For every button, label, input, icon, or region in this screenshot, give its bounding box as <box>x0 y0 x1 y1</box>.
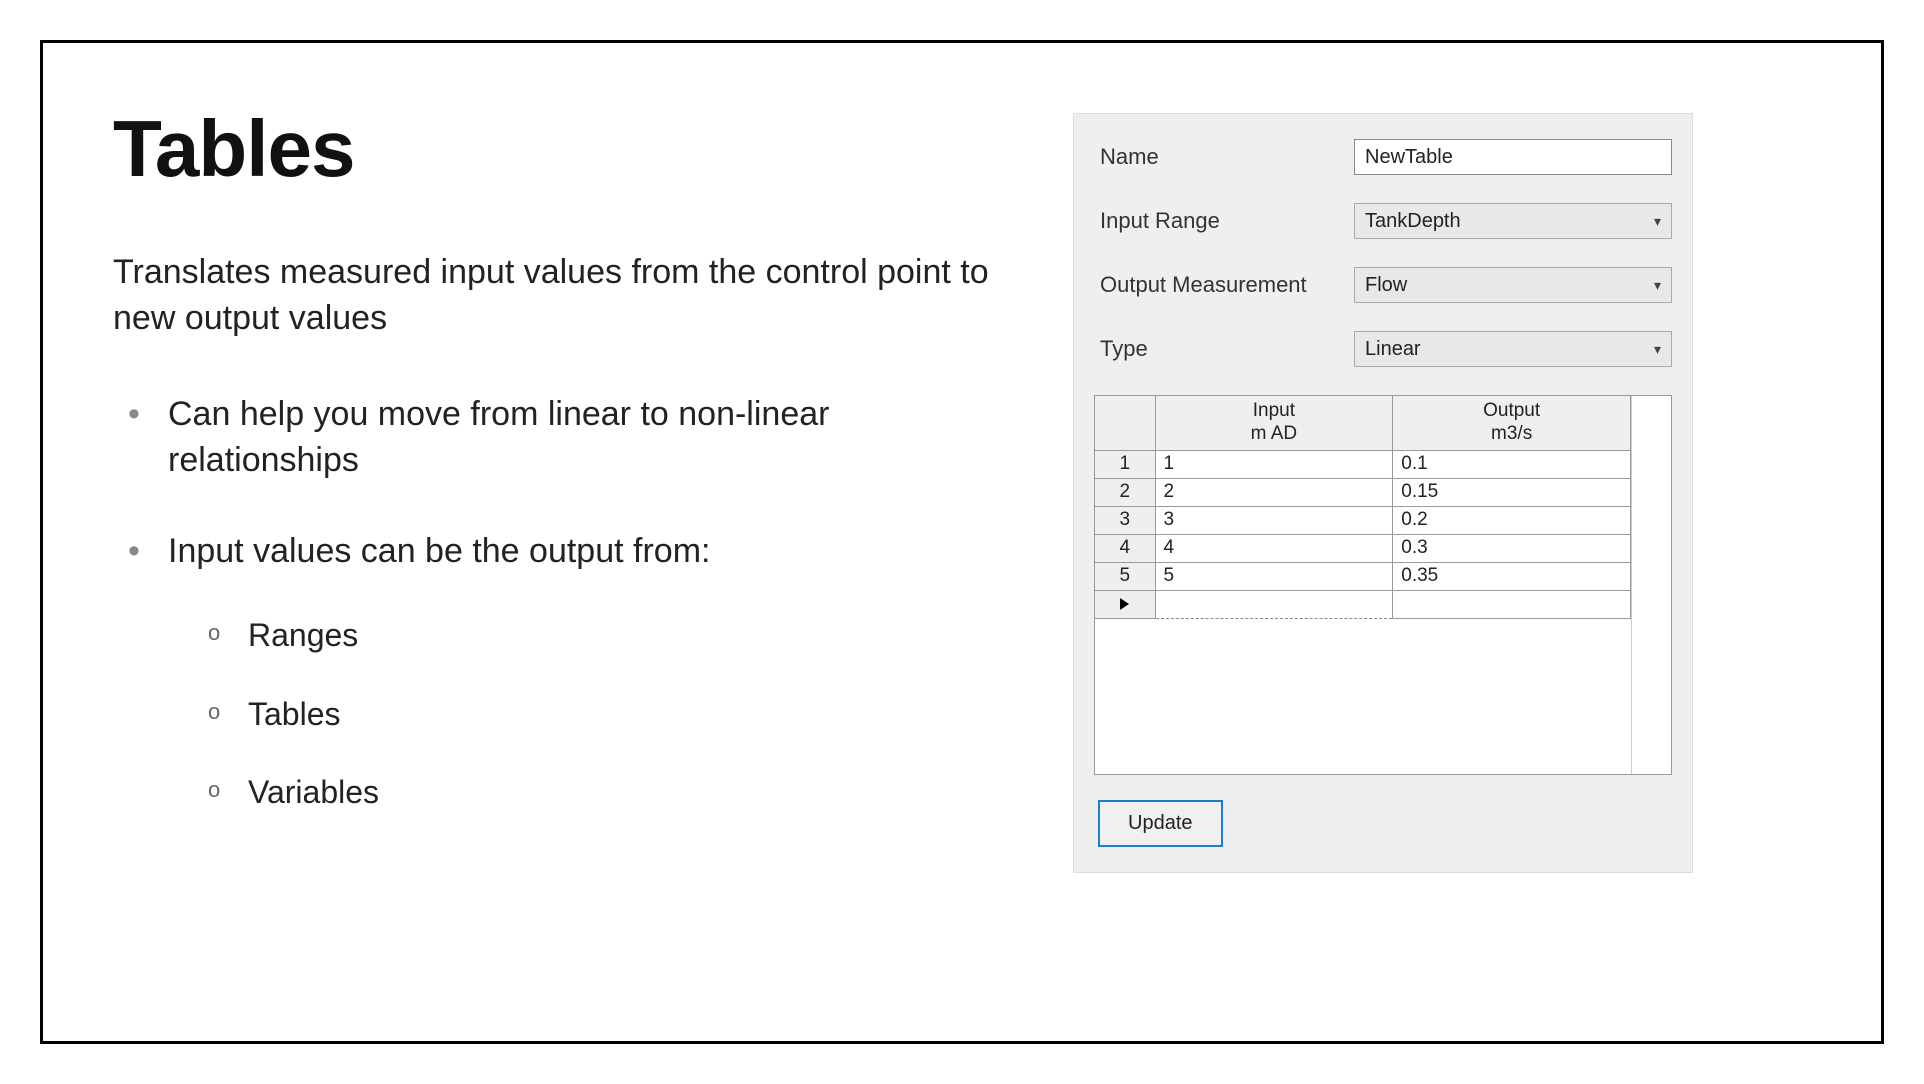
slide-frame: Tables Translates measured input values … <box>40 40 1884 1044</box>
input-header-line2: m AD <box>1251 423 1297 444</box>
type-value: Linear <box>1365 338 1421 361</box>
input-cell[interactable]: 3 <box>1155 506 1393 534</box>
output-header: Output m3/s <box>1393 396 1631 450</box>
output-measurement-value: Flow <box>1365 274 1407 297</box>
input-header: Input m AD <box>1155 396 1393 450</box>
chevron-down-icon: ▾ <box>1654 213 1661 230</box>
output-cell[interactable]: 0.3 <box>1393 534 1631 562</box>
output-cell[interactable]: 0.35 <box>1393 562 1631 590</box>
output-measurement-label: Output Measurement <box>1094 272 1354 298</box>
table-row[interactable]: 3 3 0.2 <box>1095 506 1631 534</box>
slide-subtitle: Translates measured input values from th… <box>113 250 1013 342</box>
new-input-cell[interactable] <box>1155 590 1393 618</box>
row-number: 2 <box>1095 478 1155 506</box>
table-new-row[interactable] <box>1095 590 1631 618</box>
type-select[interactable]: Linear ▾ <box>1354 331 1672 367</box>
left-column: Tables Translates measured input values … <box>113 103 1013 981</box>
table-dialog: Name Input Range TankDepth ▾ Output Meas… <box>1073 113 1693 873</box>
row-number: 4 <box>1095 534 1155 562</box>
chevron-down-icon: ▾ <box>1654 277 1661 294</box>
type-label: Type <box>1094 336 1354 362</box>
update-button[interactable]: Update <box>1098 800 1223 847</box>
table-row[interactable]: 5 5 0.35 <box>1095 562 1631 590</box>
table-row[interactable]: 2 2 0.15 <box>1095 478 1631 506</box>
chevron-down-icon: ▾ <box>1654 341 1661 358</box>
input-range-row: Input Range TankDepth ▾ <box>1094 203 1672 239</box>
row-number: 5 <box>1095 562 1155 590</box>
output-header-line2: m3/s <box>1491 423 1532 444</box>
slide-title: Tables <box>113 103 1013 195</box>
input-cell[interactable]: 2 <box>1155 478 1393 506</box>
rownum-header <box>1095 396 1155 450</box>
row-number: 1 <box>1095 450 1155 478</box>
right-column: Name Input Range TankDepth ▾ Output Meas… <box>1073 103 1693 981</box>
name-label: Name <box>1094 144 1354 170</box>
output-cell[interactable]: 0.1 <box>1393 450 1631 478</box>
sub-bullet-item: Tables <box>208 693 1013 736</box>
bullet-text: Input values can be the output from: <box>168 532 710 570</box>
input-range-select[interactable]: TankDepth ▾ <box>1354 203 1672 239</box>
output-measurement-select[interactable]: Flow ▾ <box>1354 267 1672 303</box>
bullet-item: Can help you move from linear to non-lin… <box>128 392 1013 484</box>
table-row[interactable]: 1 1 0.1 <box>1095 450 1631 478</box>
bullet-item: Input values can be the output from: Ran… <box>128 529 1013 814</box>
input-cell[interactable]: 5 <box>1155 562 1393 590</box>
sub-bullet-item: Variables <box>208 771 1013 814</box>
sub-bullet-list: Ranges Tables Variables <box>168 614 1013 814</box>
data-table: Input m AD Output m3/s 1 1 <box>1095 396 1631 619</box>
data-table-container: Input m AD Output m3/s 1 1 <box>1094 395 1672 775</box>
table-row[interactable]: 4 4 0.3 <box>1095 534 1631 562</box>
output-measurement-row: Output Measurement Flow ▾ <box>1094 267 1672 303</box>
name-row: Name <box>1094 139 1672 175</box>
name-input[interactable] <box>1354 139 1672 175</box>
input-range-label: Input Range <box>1094 208 1354 234</box>
input-range-value: TankDepth <box>1365 210 1461 233</box>
new-output-cell[interactable] <box>1393 590 1631 618</box>
output-header-line1: Output <box>1483 400 1540 421</box>
new-row-indicator <box>1095 590 1155 618</box>
input-header-line1: Input <box>1253 400 1295 421</box>
input-cell[interactable]: 1 <box>1155 450 1393 478</box>
output-cell[interactable]: 0.15 <box>1393 478 1631 506</box>
type-row: Type Linear ▾ <box>1094 331 1672 367</box>
triangle-right-icon <box>1120 598 1129 610</box>
output-cell[interactable]: 0.2 <box>1393 506 1631 534</box>
bullet-list: Can help you move from linear to non-lin… <box>113 392 1013 814</box>
sub-bullet-item: Ranges <box>208 614 1013 657</box>
row-number: 3 <box>1095 506 1155 534</box>
scroll-gutter[interactable] <box>1631 396 1671 774</box>
input-cell[interactable]: 4 <box>1155 534 1393 562</box>
